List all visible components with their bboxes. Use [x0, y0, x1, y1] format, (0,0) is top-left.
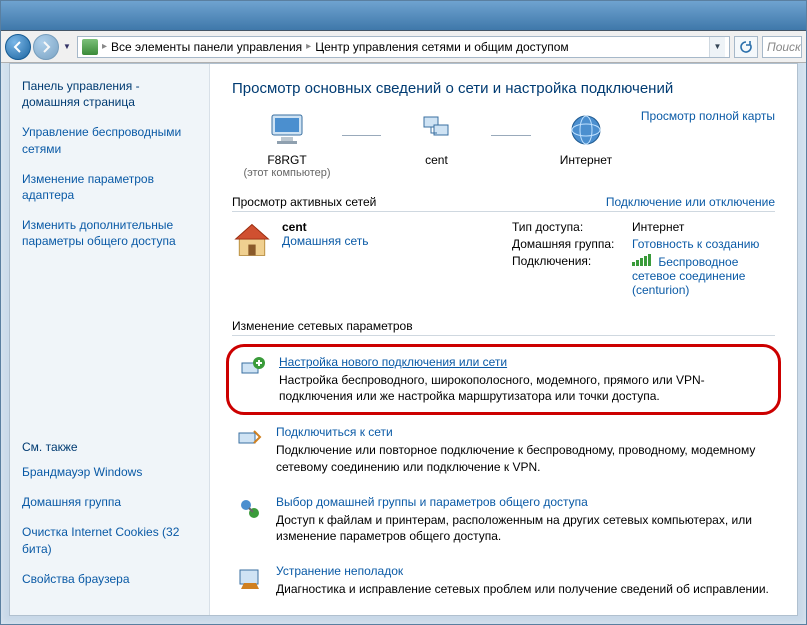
sidebar-home-link[interactable]: Панель управления - домашняя страница — [22, 78, 197, 110]
sidebar-link-homegroup[interactable]: Домашняя группа — [22, 494, 197, 510]
task-desc: Настройка беспроводного, широкополосного… — [279, 372, 768, 404]
page-title: Просмотр основных сведений о сети и наст… — [232, 80, 775, 97]
map-node-sublabel: (этот компьютер) — [232, 167, 342, 179]
connect-disconnect-link[interactable]: Подключение или отключение — [606, 195, 775, 209]
sidebar: Панель управления - домашняя страница Уп… — [10, 64, 210, 615]
map-node-internet: Интернет — [531, 109, 641, 167]
task-desc: Подключение или повторное подключение к … — [276, 442, 771, 474]
troubleshoot-icon — [236, 564, 264, 592]
prop-label-connections: Подключения: — [512, 254, 632, 297]
active-networks-title: Просмотр активных сетей — [232, 195, 376, 209]
sidebar-link-sharing[interactable]: Изменить дополнительные параметры общего… — [22, 217, 197, 249]
task-connect-network[interactable]: Подключиться к сети Подключение или повт… — [232, 415, 775, 484]
back-button[interactable] — [5, 34, 31, 60]
chevron-right-icon: ▸ — [102, 41, 107, 52]
network-name: cent — [282, 220, 432, 234]
change-settings-heading: Изменение сетевых параметров — [232, 319, 775, 336]
nav-history-dropdown[interactable]: ▼ — [61, 38, 73, 56]
map-node-label: F8RGT — [232, 153, 342, 167]
task-link[interactable]: Выбор домашней группы и параметров общег… — [276, 495, 588, 509]
control-panel-window: ▼ ▸ Все элементы панели управления ▸ Цен… — [0, 0, 807, 625]
homegroup-icon — [236, 495, 264, 523]
map-connection-line — [342, 135, 381, 136]
task-desc: Доступ к файлам и принтерам, расположенн… — [276, 512, 771, 544]
breadcrumb-root[interactable]: Все элементы панели управления — [111, 40, 302, 54]
map-node-this-pc: F8RGT (этот компьютер) — [232, 109, 342, 179]
see-also-heading: См. также — [22, 440, 197, 454]
window-titlebar[interactable] — [1, 1, 806, 31]
address-bar[interactable]: ▸ Все элементы панели управления ▸ Центр… — [77, 36, 730, 58]
task-link[interactable]: Настройка нового подключения или сети — [279, 355, 507, 369]
sidebar-link-wireless[interactable]: Управление беспроводными сетями — [22, 124, 197, 156]
task-link[interactable]: Подключиться к сети — [276, 425, 393, 439]
map-connection-line — [491, 135, 530, 136]
prop-value-homegroup-link[interactable]: Готовность к созданию — [632, 237, 775, 251]
sidebar-link-adapter[interactable]: Изменение параметров адаптера — [22, 171, 197, 203]
network-icon — [416, 111, 456, 149]
sidebar-home-line2: домашняя страница — [22, 95, 135, 109]
task-new-connection[interactable]: Настройка нового подключения или сети На… — [226, 344, 781, 415]
network-properties: Тип доступа: Интернет Домашняя группа: Г… — [512, 220, 775, 297]
breadcrumb-current[interactable]: Центр управления сетями и общим доступом — [315, 40, 569, 54]
main-panel: Просмотр основных сведений о сети и наст… — [210, 64, 797, 615]
computer-icon — [267, 111, 307, 149]
prop-label-homegroup: Домашняя группа: — [512, 237, 632, 251]
prop-label-access: Тип доступа: — [512, 220, 632, 234]
prop-value-access: Интернет — [632, 220, 775, 234]
chevron-right-icon: ▸ — [306, 41, 311, 52]
active-networks-heading: Просмотр активных сетей Подключение или … — [232, 195, 775, 212]
sidebar-home-line1: Панель управления - — [22, 79, 140, 93]
map-node-label: Интернет — [531, 153, 641, 167]
sidebar-link-firewall[interactable]: Брандмауэр Windows — [22, 464, 197, 480]
globe-icon — [568, 112, 604, 148]
connect-network-icon — [236, 425, 264, 453]
task-link[interactable]: Устранение неполадок — [276, 564, 403, 578]
signal-bars-icon — [632, 254, 651, 266]
sidebar-link-cookies[interactable]: Очистка Internet Cookies (32 бита) — [22, 524, 197, 556]
active-network-block: cent Домашняя сеть Тип доступа: Интернет… — [232, 220, 775, 297]
sidebar-link-browser[interactable]: Свойства браузера — [22, 571, 197, 587]
map-node-label: cent — [381, 153, 491, 167]
map-node-network: cent — [381, 109, 491, 167]
home-network-icon — [232, 220, 272, 260]
task-troubleshoot[interactable]: Устранение неполадок Диагностика и испра… — [232, 554, 775, 607]
network-type-link[interactable]: Домашняя сеть — [282, 234, 432, 248]
task-homegroup-sharing[interactable]: Выбор домашней группы и параметров общег… — [232, 485, 775, 554]
forward-button[interactable] — [33, 34, 59, 60]
new-connection-icon — [239, 355, 267, 383]
view-full-map-link[interactable]: Просмотр полной карты — [641, 109, 775, 185]
address-dropdown[interactable]: ▼ — [709, 37, 725, 57]
toolbar: ▼ ▸ Все элементы панели управления ▸ Цен… — [1, 31, 806, 63]
network-center-icon — [82, 39, 98, 55]
content-area: Панель управления - домашняя страница Уп… — [9, 63, 798, 616]
task-desc: Диагностика и исправление сетевых пробле… — [276, 581, 771, 597]
refresh-button[interactable] — [734, 36, 758, 58]
search-input[interactable]: Поиск — [762, 36, 802, 58]
